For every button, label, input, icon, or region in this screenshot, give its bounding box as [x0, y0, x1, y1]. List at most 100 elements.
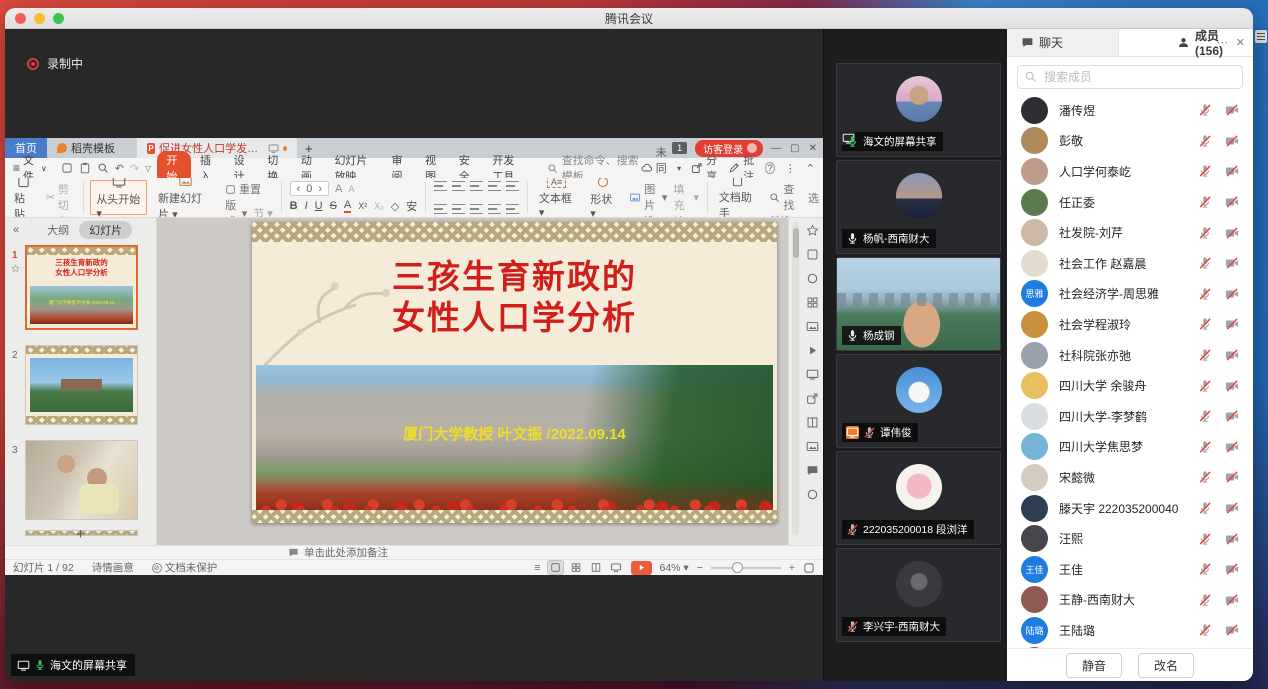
member-row[interactable]: 潘传煜: [1007, 95, 1253, 126]
history-pane-icon[interactable]: [806, 488, 819, 501]
paste-button[interactable]: 粘贴: [9, 180, 38, 215]
mute-button[interactable]: 静音: [1066, 653, 1122, 678]
member-mic-muted-icon[interactable]: [1198, 287, 1212, 301]
member-row[interactable]: 四川大学-李梦鹤: [1007, 401, 1253, 432]
protection-status[interactable]: ⊘ 文档未保护: [152, 560, 218, 575]
zoom-in-button[interactable]: +: [789, 562, 795, 574]
animation-pane-icon[interactable]: [806, 272, 819, 285]
reading-view-icon[interactable]: [589, 561, 603, 574]
member-mic-muted-icon[interactable]: [1198, 623, 1212, 637]
find-button[interactable]: 查找: [769, 181, 800, 213]
new-slide-button[interactable]: 新建幻灯片 ▾: [153, 180, 217, 215]
member-mic-muted-icon[interactable]: [1198, 440, 1212, 454]
panel-close-button[interactable]: ✕: [1236, 36, 1245, 49]
member-row[interactable]: 任正委: [1007, 187, 1253, 218]
picture-button[interactable]: 图片 ▾: [629, 181, 667, 213]
numbering-icon[interactable]: [452, 181, 465, 191]
textbox-button[interactable]: A≡ 文本框 ▾: [534, 180, 579, 215]
member-mic-muted-icon[interactable]: [1198, 103, 1212, 117]
member-mic-muted-icon[interactable]: [1198, 226, 1212, 240]
image-pane-icon[interactable]: [806, 440, 819, 453]
slide-sorter-icon[interactable]: [569, 561, 583, 574]
member-mic-muted-icon[interactable]: [1198, 470, 1212, 484]
line-spacing-icon[interactable]: [506, 181, 519, 191]
fill-button[interactable]: 填充 ▾: [673, 181, 699, 213]
member-mic-muted-icon[interactable]: [1198, 256, 1212, 270]
member-row[interactable]: 宋懿微: [1007, 462, 1253, 493]
member-camera-off-icon[interactable]: [1225, 226, 1239, 240]
member-camera-off-icon[interactable]: [1225, 317, 1239, 331]
member-row[interactable]: 汪熙: [1007, 523, 1253, 554]
member-camera-off-icon[interactable]: [1225, 256, 1239, 270]
desktop-edge-menu-button[interactable]: [1255, 30, 1267, 43]
member-camera-off-icon[interactable]: [1225, 348, 1239, 362]
member-search-input[interactable]: [1017, 65, 1243, 89]
save-icon[interactable]: [61, 162, 73, 174]
task-pane-star-icon[interactable]: [806, 224, 819, 237]
select-button[interactable]: 选: [808, 190, 819, 206]
member-row[interactable]: 社科院张亦弛: [1007, 340, 1253, 371]
member-camera-off-icon[interactable]: [1225, 532, 1239, 546]
member-camera-off-icon[interactable]: [1225, 164, 1239, 178]
member-row[interactable]: 思雅 社会经济学-周思雅: [1007, 279, 1253, 310]
member-row[interactable]: 四川大学焦思梦: [1007, 432, 1253, 463]
outdent-icon[interactable]: [470, 181, 483, 191]
collapse-ribbon-icon[interactable]: ⌃: [806, 162, 815, 175]
member-camera-off-icon[interactable]: [1225, 440, 1239, 454]
quick-access-toolbar[interactable]: ↶ ↷ ▽: [55, 162, 158, 175]
grow-font-icon[interactable]: A: [335, 183, 342, 195]
vertical-scrollbar[interactable]: [792, 222, 799, 536]
export-pane-icon[interactable]: [806, 392, 819, 405]
align-left-icon[interactable]: [434, 204, 447, 214]
participant-tile[interactable]: 222035200018 段浏洋: [836, 451, 1001, 545]
cut-button[interactable]: ✂剪切: [46, 181, 76, 213]
align-center-icon[interactable]: [452, 204, 465, 214]
member-mic-muted-icon[interactable]: [1198, 195, 1212, 209]
subscript-button[interactable]: X₂: [374, 201, 384, 211]
member-list[interactable]: 潘传煜 彭敬: [1007, 95, 1253, 648]
member-camera-off-icon[interactable]: [1225, 287, 1239, 301]
more-menu-icon[interactable]: ⋮: [785, 162, 796, 175]
quickbar-more-icon[interactable]: ▽: [145, 164, 151, 173]
notes-toggle-icon[interactable]: ≡: [533, 561, 541, 575]
member-mic-muted-icon[interactable]: [1198, 562, 1212, 576]
add-slide-button[interactable]: +: [5, 526, 156, 543]
distribute-icon[interactable]: [506, 204, 519, 214]
normal-view-icon[interactable]: [548, 561, 563, 574]
underline-button[interactable]: U: [315, 200, 323, 212]
theme-name[interactable]: 诗情画意: [92, 560, 134, 575]
slide-thumbnail-1[interactable]: 三孩生育新政的女性人口学分析 厦门大学教授 叶文振 2022.09.14: [25, 245, 138, 330]
superscript-button[interactable]: X²: [358, 201, 367, 211]
member-camera-off-icon[interactable]: [1225, 379, 1239, 393]
section-button[interactable]: 节 ▾: [253, 205, 273, 218]
rename-button[interactable]: 改名: [1138, 653, 1194, 678]
member-camera-off-icon[interactable]: [1225, 134, 1239, 148]
align-right-icon[interactable]: [470, 204, 483, 214]
member-row[interactable]: 陆璐 王陆璐: [1007, 615, 1253, 646]
member-row[interactable]: 四川大学 余骏舟: [1007, 370, 1253, 401]
participant-tile[interactable]: 杨成钢: [836, 257, 1001, 351]
member-camera-off-icon[interactable]: [1225, 470, 1239, 484]
play-from-start-button[interactable]: 从头开始 ▾: [90, 180, 147, 215]
member-row[interactable]: 人口学何泰屹: [1007, 156, 1253, 187]
print-icon[interactable]: [79, 162, 91, 174]
doc-assistant-button[interactable]: 文档助手: [714, 180, 761, 215]
shrink-font-icon[interactable]: A: [348, 184, 354, 194]
font-color-button[interactable]: A: [344, 199, 351, 213]
member-mic-muted-icon[interactable]: [1198, 593, 1212, 607]
undo-icon[interactable]: ↶: [115, 162, 124, 175]
shapes-button[interactable]: 形状 ▾: [585, 180, 621, 215]
fullscreen-icon[interactable]: [803, 562, 815, 574]
member-mic-muted-icon[interactable]: [1198, 532, 1212, 546]
layout-button[interactable]: 版式 ▾: [225, 197, 247, 218]
redo-icon[interactable]: ↷: [130, 162, 139, 175]
participant-tile[interactable]: 杨帆-西南财大: [836, 160, 1001, 254]
help-button[interactable]: ?: [765, 162, 774, 174]
justify-icon[interactable]: [488, 204, 501, 214]
italic-button[interactable]: I: [305, 200, 308, 212]
zoom-slider-knob[interactable]: [732, 562, 743, 573]
layout-pane-icon[interactable]: [806, 296, 819, 309]
audio-pane-icon[interactable]: [806, 464, 819, 477]
phonetic-button[interactable]: 安: [406, 198, 417, 214]
member-row[interactable]: 社会学程淑玲: [1007, 309, 1253, 340]
